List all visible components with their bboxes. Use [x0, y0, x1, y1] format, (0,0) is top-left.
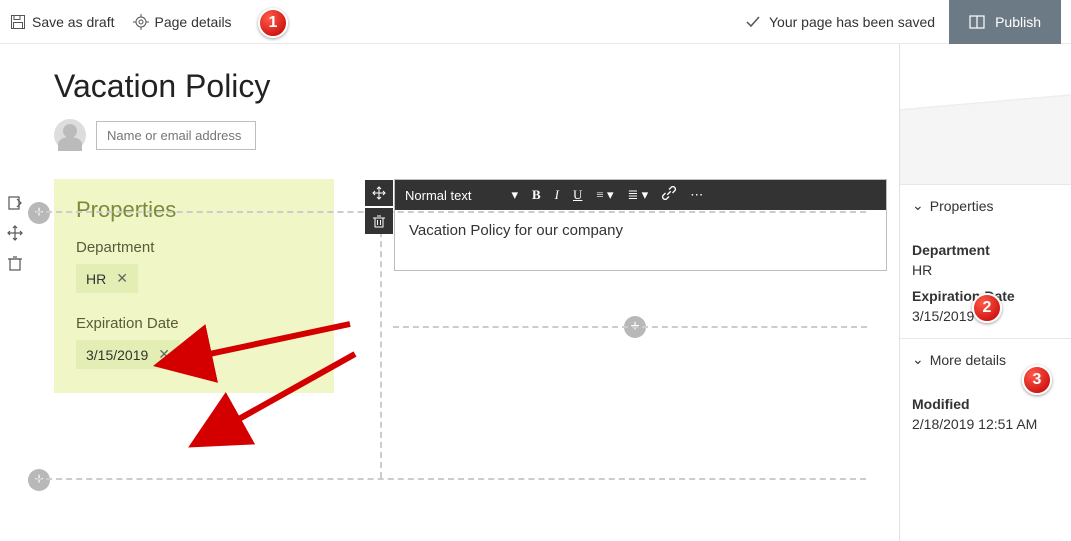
publish-label: Publish — [995, 14, 1041, 30]
thumbnail-placeholder — [900, 44, 1071, 184]
save-as-draft-button[interactable]: Save as draft — [10, 14, 115, 30]
text-webpart[interactable]: Normal text ▾ B I U ≡ ▾ ≣ ▾ ⋯ Vacation — [394, 179, 887, 271]
saved-status: Your page has been saved — [745, 14, 935, 30]
page-details-button[interactable]: Page details — [133, 14, 232, 30]
properties-section-header[interactable]: ⌄ Properties — [900, 184, 1071, 226]
more-button[interactable]: ⋯ — [690, 187, 703, 203]
text-style-dropdown[interactable]: Normal text ▾ — [405, 187, 518, 203]
bold-button[interactable]: B — [532, 187, 541, 203]
webpart-move-button[interactable] — [365, 180, 393, 206]
italic-button[interactable]: I — [555, 187, 559, 203]
author-input[interactable] — [96, 121, 256, 150]
move-icon[interactable] — [6, 224, 24, 242]
save-icon — [10, 14, 26, 30]
text-toolbar: Normal text ▾ B I U ≡ ▾ ≣ ▾ ⋯ — [395, 180, 886, 210]
page-canvas: Vacation Policy + + + Properties Departm… — [30, 44, 899, 541]
webpart-delete-button[interactable] — [365, 208, 393, 234]
callout-1: 1 — [258, 8, 288, 38]
prop-department-value: HR — [912, 262, 1059, 278]
text-style-label: Normal text — [405, 188, 471, 203]
text-body[interactable]: Vacation Policy for our company — [395, 210, 886, 270]
section-guide-bottom — [36, 478, 866, 480]
page-details-label: Page details — [155, 14, 232, 30]
chevron-down-icon: ⌄ — [912, 197, 924, 214]
prop-modified-value: 2/18/2019 12:51 AM — [912, 416, 1059, 432]
tag-department[interactable]: HR ✕ — [76, 264, 138, 293]
tag-expiration[interactable]: 3/15/2019 ✕ — [76, 340, 180, 369]
tag-department-value: HR — [86, 271, 106, 287]
publish-button[interactable]: Publish — [949, 0, 1061, 44]
left-rail — [0, 44, 30, 541]
chevron-down-icon: ▾ — [511, 187, 518, 203]
link-button[interactable] — [662, 186, 676, 204]
saved-status-text: Your page has been saved — [769, 14, 935, 30]
avatar — [54, 119, 86, 151]
edit-icon[interactable] — [6, 194, 24, 212]
field-label-department: Department — [76, 239, 312, 256]
publish-icon — [969, 14, 985, 30]
add-section-button-top[interactable]: + — [28, 202, 50, 224]
trash-icon[interactable] — [6, 254, 24, 272]
prop-modified-label: Modified — [912, 396, 1059, 412]
page-title[interactable]: Vacation Policy — [54, 68, 887, 105]
prop-department-label: Department — [912, 242, 1059, 258]
tag-expiration-value: 3/15/2019 — [86, 347, 148, 363]
save-as-draft-label: Save as draft — [32, 14, 115, 30]
field-label-expiration: Expiration Date — [76, 315, 312, 332]
top-toolbar: Save as draft Page details Your page has… — [0, 0, 1071, 44]
tag-department-remove[interactable]: ✕ — [116, 270, 128, 287]
list-button[interactable]: ≣ ▾ — [628, 187, 649, 203]
callout-2: 2 — [972, 293, 1002, 323]
check-icon — [745, 14, 761, 30]
tag-expiration-remove[interactable]: ✕ — [158, 346, 170, 363]
underline-button[interactable]: U — [573, 187, 582, 203]
gear-icon — [133, 14, 149, 30]
add-section-button-bottom[interactable]: + — [28, 469, 50, 491]
callout-3: 3 — [1022, 365, 1052, 395]
align-button[interactable]: ≡ ▾ — [596, 187, 613, 203]
more-details-section-label: More details — [930, 352, 1006, 368]
chevron-down-icon: ⌄ — [912, 351, 924, 368]
properties-section-label: Properties — [930, 198, 994, 214]
properties-heading: Properties — [76, 197, 312, 223]
